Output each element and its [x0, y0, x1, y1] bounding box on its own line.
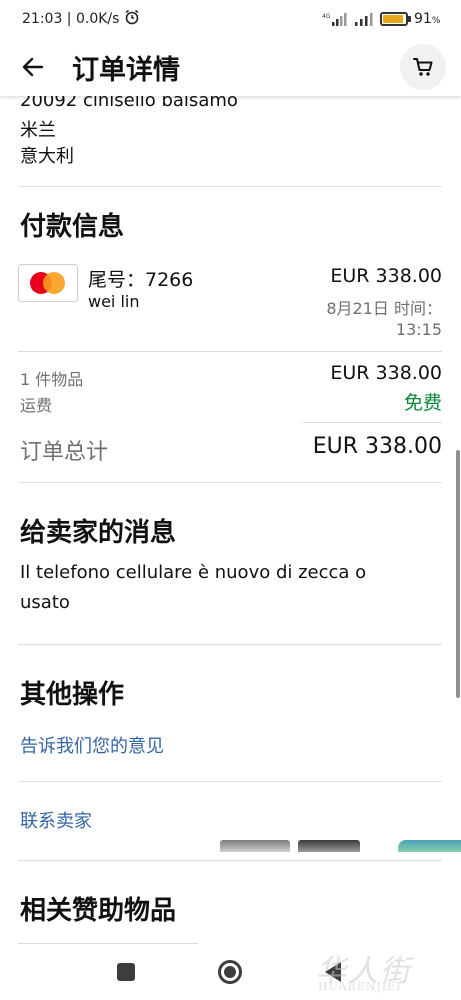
sponsored-heading: 相关赞助物品: [20, 896, 177, 926]
divider: [18, 186, 442, 187]
arrow-left-icon: [22, 57, 44, 77]
other-actions-heading: 其他操作: [20, 680, 125, 710]
divider: [18, 860, 442, 861]
sponsored-item-image[interactable]: [298, 840, 360, 852]
signal-icon: [355, 13, 373, 26]
order-detail-content[interactable]: 20092 cinisello balsamo 米兰 意大利 付款信息 尾号：7…: [0, 96, 461, 946]
seller-message-line-2: usato: [20, 592, 70, 613]
sponsored-item-image[interactable]: [220, 840, 290, 852]
cart-icon: [413, 58, 433, 76]
alarm-icon: [125, 9, 139, 25]
status-time: 21:03 | 0.0K/s: [22, 11, 120, 27]
sponsored-item-image[interactable]: [398, 840, 461, 852]
divider: [18, 644, 442, 645]
divider: [18, 943, 198, 944]
payment-date: 8月21日 时间：: [326, 299, 442, 318]
svg-text:4G: 4G: [322, 13, 331, 20]
signal-4g-icon: 4G: [322, 13, 347, 26]
battery-tip: [408, 16, 411, 22]
seller-message-line-1: Il telefono cellulare è nuovo di zecca o: [20, 562, 367, 583]
shipping-label: 运费: [20, 396, 53, 415]
app-bar: 订单详情: [0, 38, 461, 96]
back-button[interactable]: [14, 48, 52, 86]
scrollbar-thumb[interactable]: [456, 450, 460, 698]
payment-time: 13:15: [395, 320, 442, 339]
status-bar: 21:03 | 0.0K/s 4G 91%: [0, 0, 461, 38]
card-number-label: 尾号：7266: [88, 269, 194, 291]
battery-percent: 91%: [414, 11, 441, 27]
items-label: 1 件物品: [20, 370, 84, 389]
payment-heading: 付款信息: [20, 212, 125, 242]
contact-seller-link[interactable]: 联系卖家: [20, 807, 92, 833]
subtotal-divider: [303, 422, 442, 423]
mastercard-logo: [18, 264, 78, 302]
divider: [18, 781, 442, 782]
address-line-2: 米兰: [20, 120, 56, 141]
page-title: 订单详情: [72, 55, 180, 86]
order-total-label: 订单总计: [20, 440, 109, 465]
card-holder: wei lin: [88, 292, 140, 311]
address-line-1: 20092 cinisello balsamo: [20, 96, 238, 111]
payment-amount: EUR 338.00: [330, 265, 442, 287]
recents-button[interactable]: [117, 963, 135, 981]
battery-icon: [380, 12, 408, 26]
address-line-3: 意大利: [20, 146, 74, 167]
watermark: 华人街 HUARENJIEI: [316, 954, 412, 993]
cart-button[interactable]: [400, 44, 446, 90]
items-value: EUR 338.00: [330, 362, 442, 384]
divider: [18, 482, 442, 483]
feedback-link[interactable]: 告诉我们您的意见: [20, 732, 164, 758]
home-dot-icon: [224, 966, 236, 978]
divider: [18, 351, 442, 352]
shipping-value: 免费: [403, 392, 442, 414]
seller-message-heading: 给卖家的消息: [20, 518, 177, 548]
order-total-value: EUR 338.00: [312, 434, 442, 459]
